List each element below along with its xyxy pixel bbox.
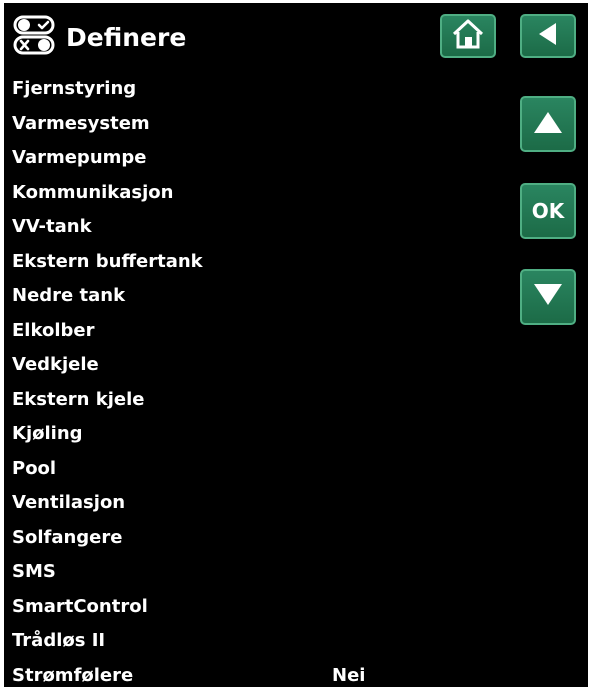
menu-item-vv-tank[interactable]: VV-tank bbox=[4, 210, 504, 245]
menu-item-ekstern-buffertank[interactable]: Ekstern buffertank bbox=[4, 245, 504, 280]
arrow-up-icon bbox=[532, 108, 564, 140]
menu-item-pool[interactable]: Pool bbox=[4, 452, 504, 487]
menu-item-label: Vedkjele bbox=[12, 354, 99, 375]
menu-item-label: Kommunikasjon bbox=[12, 181, 174, 203]
menu-item-varmesystem[interactable]: Varmesystem bbox=[4, 107, 504, 142]
menu-item-label: Pool bbox=[12, 457, 57, 479]
menu-item-label: Varmepumpe bbox=[12, 147, 147, 168]
home-button[interactable] bbox=[440, 14, 496, 58]
menu-item-label: Trådløs II bbox=[12, 630, 106, 651]
scroll-down-button[interactable] bbox=[520, 269, 576, 325]
menu-item-label: Solfangere bbox=[12, 526, 123, 548]
ok-button[interactable]: OK bbox=[520, 183, 576, 239]
menu-item-label: Ekstern kjele bbox=[12, 388, 145, 410]
menu-item-value: Nei bbox=[332, 664, 366, 686]
screen: Definere OK Fjernstyring Varmesystem Var… bbox=[4, 3, 588, 687]
menu-item-label: SMS bbox=[12, 561, 56, 582]
header: Definere bbox=[4, 3, 588, 69]
menu-item-kommunikasjon[interactable]: Kommunikasjon bbox=[4, 176, 504, 211]
scroll-up-button[interactable] bbox=[520, 96, 576, 152]
home-icon bbox=[451, 18, 485, 54]
menu-item-label: SmartControl bbox=[12, 595, 148, 617]
settings-menu-list: Fjernstyring Varmesystem Varmepumpe Komm… bbox=[4, 72, 504, 687]
menu-item-vedkjele[interactable]: Vedkjele bbox=[4, 348, 504, 383]
menu-item-smartcontrol[interactable]: SmartControl bbox=[4, 590, 504, 625]
menu-item-tradlos-ii[interactable]: Trådløs II bbox=[4, 624, 504, 659]
menu-item-stromfolere[interactable]: Strømfølere Nei bbox=[4, 659, 504, 687]
back-button[interactable] bbox=[520, 14, 576, 58]
page-title: Definere bbox=[66, 23, 187, 52]
back-arrow-icon bbox=[534, 20, 562, 52]
menu-item-label: Strømfølere bbox=[12, 664, 134, 686]
menu-item-varmepumpe[interactable]: Varmepumpe bbox=[4, 141, 504, 176]
menu-item-ventilasjon[interactable]: Ventilasjon bbox=[4, 486, 504, 521]
menu-item-kjoling[interactable]: Kjøling bbox=[4, 417, 504, 452]
menu-item-label: Varmesystem bbox=[12, 112, 150, 134]
ok-label: OK bbox=[531, 199, 565, 223]
menu-item-label: Fjernstyring bbox=[12, 78, 137, 99]
menu-item-label: Ekstern buffertank bbox=[12, 250, 203, 272]
menu-item-ekstern-kjele[interactable]: Ekstern kjele bbox=[4, 383, 504, 418]
menu-item-solfangere[interactable]: Solfangere bbox=[4, 521, 504, 556]
arrow-down-icon bbox=[532, 281, 564, 313]
settings-toggle-icon bbox=[12, 13, 58, 59]
menu-item-label: Ventilasjon bbox=[12, 492, 126, 513]
menu-item-label: Kjøling bbox=[12, 423, 83, 444]
menu-item-elkolber[interactable]: Elkolber bbox=[4, 314, 504, 349]
menu-item-fjernstyring[interactable]: Fjernstyring bbox=[4, 72, 504, 107]
menu-item-nedre-tank[interactable]: Nedre tank bbox=[4, 279, 504, 314]
menu-item-label: Nedre tank bbox=[12, 285, 126, 306]
menu-item-label: VV-tank bbox=[12, 216, 92, 237]
menu-item-label: Elkolber bbox=[12, 319, 95, 341]
menu-item-sms[interactable]: SMS bbox=[4, 555, 504, 590]
